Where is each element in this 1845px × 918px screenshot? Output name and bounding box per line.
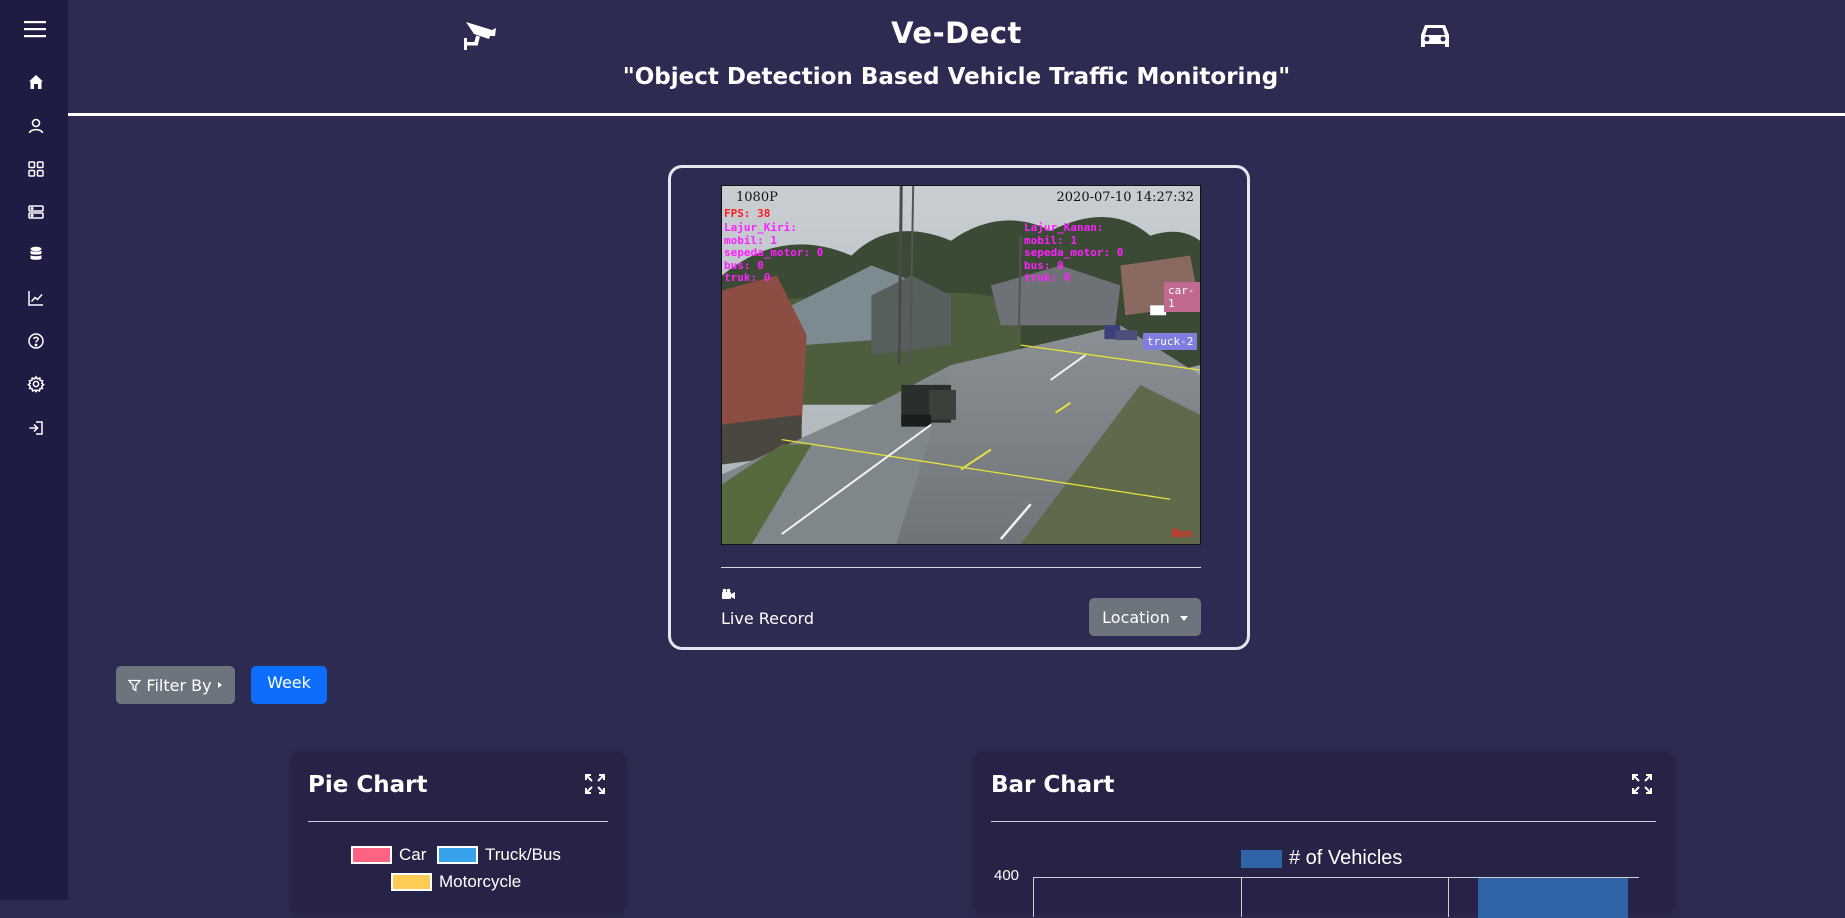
pie-chart-panel: Pie Chart Car Truck/Bus Motorcycle <box>291 752 625 912</box>
legend-car-label: Car <box>399 845 427 864</box>
panel-divider <box>308 821 608 822</box>
video-camera-icon <box>721 587 737 601</box>
week-filter-button[interactable]: Week <box>251 666 327 704</box>
legend-truck-bus[interactable]: Truck/Bus <box>437 845 561 865</box>
left-lane-counts: Lajur_Kiri: mobil: 1 sepeda_motor: 0 bus… <box>724 221 824 285</box>
location-dropdown-button[interactable]: Location <box>1089 598 1201 636</box>
legend-truck-bus-label: Truck/Bus <box>485 845 561 864</box>
home-icon[interactable] <box>22 68 50 96</box>
logout-icon[interactable] <box>22 414 50 442</box>
y-axis-tick-top: 400 <box>994 867 1020 884</box>
cctv-video-feed[interactable]: 1080P 2020-07-10 14:27:32 FPS: 38 Lajur_… <box>721 185 1201 545</box>
live-record-label: Live Record <box>721 609 815 628</box>
video-fps: FPS: 38 <box>724 207 771 220</box>
car-swatch <box>351 846 392 864</box>
legend-vehicles-label: # of Vehicles <box>1289 847 1403 869</box>
grid-line <box>1448 877 1449 917</box>
legend-car[interactable]: Car <box>351 845 426 865</box>
right-lane-counts: Lajur_Kanan: mobil: 1 sepeda_motor: 0 bu… <box>1024 221 1124 285</box>
left-lane-truck: truk: 0 <box>724 271 771 284</box>
legend-motorcycle-label: Motorcycle <box>439 872 522 891</box>
grid-icon[interactable] <box>22 155 50 183</box>
pie-chart-title: Pie Chart <box>308 772 428 798</box>
caret-down-icon <box>1179 615 1188 621</box>
car-detection-tag: car-1 <box>1164 282 1200 312</box>
legend-motorcycle[interactable]: Motorcycle <box>391 872 521 892</box>
rec-indicator: Rec <box>1171 527 1194 540</box>
panel-divider <box>991 821 1656 822</box>
right-lane-truck: truk: 0 <box>1024 271 1071 284</box>
left-lane-title: Lajur_Kiri: <box>724 221 797 234</box>
live-video-card: 1080P 2020-07-10 14:27:32 FPS: 38 Lajur_… <box>668 165 1250 650</box>
app-title: Ve-Dect <box>891 16 1022 50</box>
legend-vehicles[interactable]: # of Vehicles <box>1241 847 1402 870</box>
right-lane-title: Lajur_Kanan: <box>1024 221 1104 234</box>
left-lane-motorcycle: sepeda_motor: 0 <box>724 246 824 259</box>
chart-line-icon[interactable] <box>22 284 50 312</box>
page-header: Ve-Dect "Object Detection Based Vehicle … <box>68 0 1845 116</box>
bar-chart-panel: Bar Chart # of Vehicles 400 <box>974 752 1674 918</box>
filter-by-label: Filter By <box>146 675 212 695</box>
settings-icon[interactable] <box>22 370 50 398</box>
bar-chart-title: Bar Chart <box>991 772 1115 798</box>
filter-icon <box>128 679 142 692</box>
expand-icon[interactable] <box>583 772 607 796</box>
vehicles-swatch <box>1241 849 1282 868</box>
bar[interactable] <box>1478 878 1628 918</box>
app-subtitle: "Object Detection Based Vehicle Traffic … <box>622 64 1291 90</box>
truck-bus-swatch <box>437 846 478 864</box>
truck-detection-tag: truck-2 <box>1143 333 1198 350</box>
filter-by-button[interactable]: Filter By <box>116 666 235 704</box>
server-icon[interactable] <box>22 198 50 226</box>
car-icon <box>1418 20 1452 52</box>
y-axis-line <box>1033 877 1034 917</box>
caret-right-icon <box>217 682 222 688</box>
card-divider <box>721 567 1201 568</box>
video-timestamp: 2020-07-10 14:27:32 <box>1056 190 1194 205</box>
location-button-label: Location <box>1102 607 1170 627</box>
right-lane-motorcycle: sepeda_motor: 0 <box>1024 246 1124 259</box>
grid-line <box>1241 877 1242 917</box>
sidebar <box>0 0 68 900</box>
hamburger-icon[interactable] <box>20 15 50 43</box>
expand-icon[interactable] <box>1630 772 1654 796</box>
database-icon[interactable] <box>22 240 50 268</box>
help-icon[interactable] <box>22 327 50 355</box>
motorcycle-swatch <box>391 873 432 891</box>
video-resolution: 1080P <box>736 190 778 205</box>
user-icon[interactable] <box>22 112 50 140</box>
